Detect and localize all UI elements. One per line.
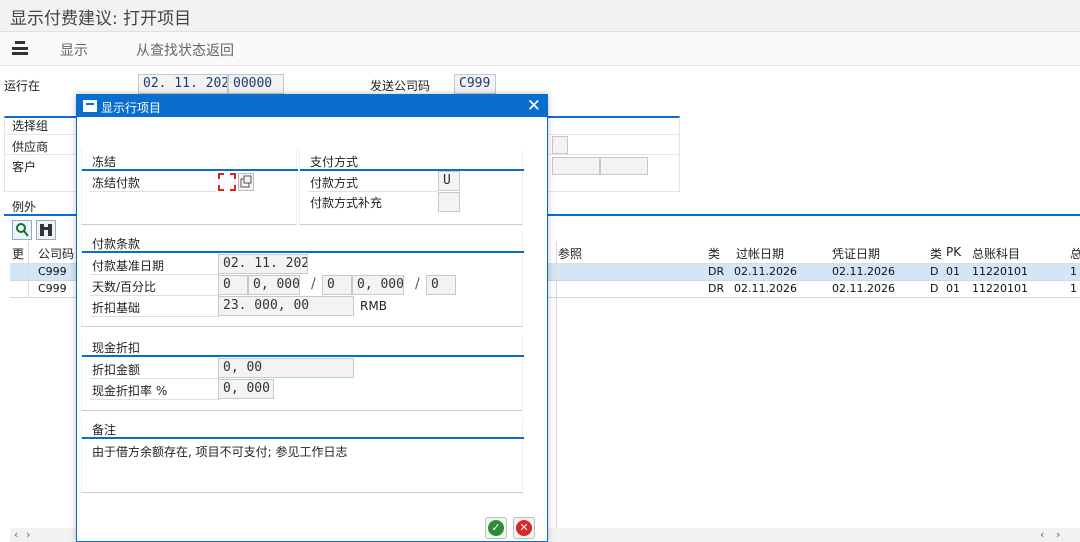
- days-3-field[interactable]: 0: [426, 275, 456, 295]
- currency-label: RMB: [360, 299, 387, 313]
- discount-rate-label: 现金折扣率 %: [92, 384, 168, 398]
- col-header-doc-type[interactable]: 类: [708, 245, 720, 262]
- notes-group: 备注 由于借方余额存在, 项目不可支付; 参见工作日志: [81, 417, 524, 493]
- payment-method-group: 支付方式 付款方式 U 付款方式补充: [299, 149, 524, 225]
- payment-terms-group: 付款条款 付款基准日期 02. 11. 2026 天数/百分比 0 0, 000…: [81, 231, 524, 327]
- notes-group-title: 备注: [92, 423, 117, 437]
- cell-company: C999: [38, 265, 67, 278]
- scroll-left-icon[interactable]: ‹: [1040, 528, 1044, 541]
- cash-discount-group-title: 现金折扣: [92, 341, 141, 355]
- percent-1-field[interactable]: 0, 000: [248, 275, 300, 295]
- customer-label: 客户: [12, 160, 37, 174]
- discount-rate-field[interactable]: 0, 000: [218, 379, 274, 399]
- notes-text: 由于借方余额存在, 项目不可支付; 参见工作日志: [92, 445, 348, 459]
- menu-icon[interactable]: [10, 39, 30, 57]
- col-header-company[interactable]: 公司码: [38, 245, 74, 262]
- cell-pk: 01: [946, 265, 960, 278]
- sending-company-label: 发送公司码: [370, 79, 431, 93]
- run-date-field[interactable]: 02. 11. 2026: [138, 74, 228, 94]
- col-header-gl-account[interactable]: 总账科目: [972, 245, 1020, 262]
- col-header-reference[interactable]: 参照: [558, 245, 582, 262]
- run-id-field[interactable]: 00000: [228, 74, 284, 94]
- cash-discount-group: 现金折扣 折扣金额 0, 00 现金折扣率 % 0, 000: [81, 335, 524, 411]
- discount-amount-label: 折扣金额: [92, 363, 141, 377]
- payment-block-label: 冻结付款: [92, 176, 141, 190]
- vendor-field[interactable]: [552, 136, 568, 154]
- col-header-change[interactable]: 更: [12, 245, 24, 262]
- confirm-button[interactable]: ✓: [485, 517, 507, 539]
- window-title: 显示付费建议: 打开项目: [10, 9, 192, 29]
- cell-posting-date: 02.11.2026: [734, 265, 797, 278]
- days-percent-label: 天数/百分比: [92, 280, 157, 294]
- payment-method-supplement-label: 付款方式补充: [310, 196, 383, 210]
- discount-amount-field[interactable]: 0, 00: [218, 358, 354, 378]
- baseline-date-field[interactable]: 02. 11. 2026: [218, 254, 308, 274]
- payment-terms-group-title: 付款条款: [92, 237, 141, 251]
- col-header-type[interactable]: 类: [930, 245, 942, 262]
- payment-block-field[interactable]: [218, 173, 236, 191]
- dialog-title: 显示行项目: [101, 101, 162, 115]
- col-header-total[interactable]: 总: [1070, 245, 1080, 262]
- find-icon[interactable]: [12, 220, 32, 240]
- scroll-right-icon[interactable]: ›: [1056, 528, 1060, 541]
- f4-help-icon[interactable]: [238, 173, 254, 191]
- days-2-field[interactable]: 0: [322, 275, 352, 295]
- display-button[interactable]: 显示: [60, 40, 88, 60]
- cell-doc-date: 02.11.2026: [832, 282, 895, 295]
- cancel-icon: ✕: [516, 520, 532, 536]
- sending-company-field[interactable]: C999: [454, 74, 496, 94]
- cell-company: C999: [38, 282, 67, 295]
- discount-base-label: 折扣基础: [92, 301, 141, 315]
- cell-total: 1: [1070, 265, 1077, 278]
- binoculars-icon[interactable]: [36, 220, 56, 240]
- cell-type: D: [930, 265, 939, 278]
- payment-method-field[interactable]: U: [438, 171, 460, 191]
- col-header-document-date[interactable]: 凭证日期: [832, 245, 880, 262]
- cell-doc-date: 02.11.2026: [832, 265, 895, 278]
- cell-gl-account: 11220101: [972, 282, 1028, 295]
- application-toolbar: 显示 从查找状态返回: [0, 32, 1080, 66]
- days-1-field[interactable]: 0: [218, 275, 248, 295]
- percent-2-field[interactable]: 0, 000: [352, 275, 404, 295]
- col-header-pk[interactable]: PK: [946, 245, 961, 259]
- selection-group-title: 选择组: [12, 119, 49, 133]
- cell-doc-type: DR: [708, 265, 725, 278]
- customer-field-from[interactable]: [552, 157, 600, 175]
- run-on-label: 运行在: [4, 79, 41, 93]
- exceptions-title: 例外: [12, 200, 37, 214]
- scroll-left-icon[interactable]: ‹: [14, 528, 18, 541]
- cell-doc-type: DR: [708, 282, 725, 295]
- confirm-icon: ✓: [488, 520, 504, 536]
- discount-base-field[interactable]: 23. 000, 00: [218, 296, 354, 316]
- blocking-group: 冻结 冻结付款: [81, 149, 298, 225]
- vendor-label: 供应商: [12, 140, 49, 154]
- baseline-date-label: 付款基准日期: [92, 259, 165, 273]
- cell-posting-date: 02.11.2026: [734, 282, 797, 295]
- cancel-button[interactable]: ✕: [513, 517, 535, 539]
- col-header-posting-date[interactable]: 过帐日期: [736, 245, 784, 262]
- title-bar: 显示付费建议: 打开项目: [0, 0, 1080, 32]
- blocking-group-title: 冻结: [92, 155, 117, 169]
- return-from-search-button[interactable]: 从查找状态返回: [136, 40, 234, 60]
- display-line-item-dialog: 显示行项目 ✕ 冻结 冻结付款 支付方式 付款方式 U 付款方式补充 付款条款 …: [76, 94, 548, 542]
- cell-total: 1: [1070, 282, 1077, 295]
- scroll-right-icon[interactable]: ›: [26, 528, 30, 541]
- payment-method-supplement-field[interactable]: [438, 192, 460, 212]
- dialog-icon: [83, 100, 97, 112]
- customer-field-to[interactable]: [600, 157, 648, 175]
- dialog-header: 显示行项目 ✕: [77, 95, 547, 117]
- cell-pk: 01: [946, 282, 960, 295]
- cell-gl-account: 11220101: [972, 265, 1028, 278]
- cell-type: D: [930, 282, 939, 295]
- payment-method-label: 付款方式: [310, 176, 359, 190]
- payment-method-group-title: 支付方式: [310, 155, 359, 169]
- close-icon[interactable]: ✕: [527, 96, 541, 116]
